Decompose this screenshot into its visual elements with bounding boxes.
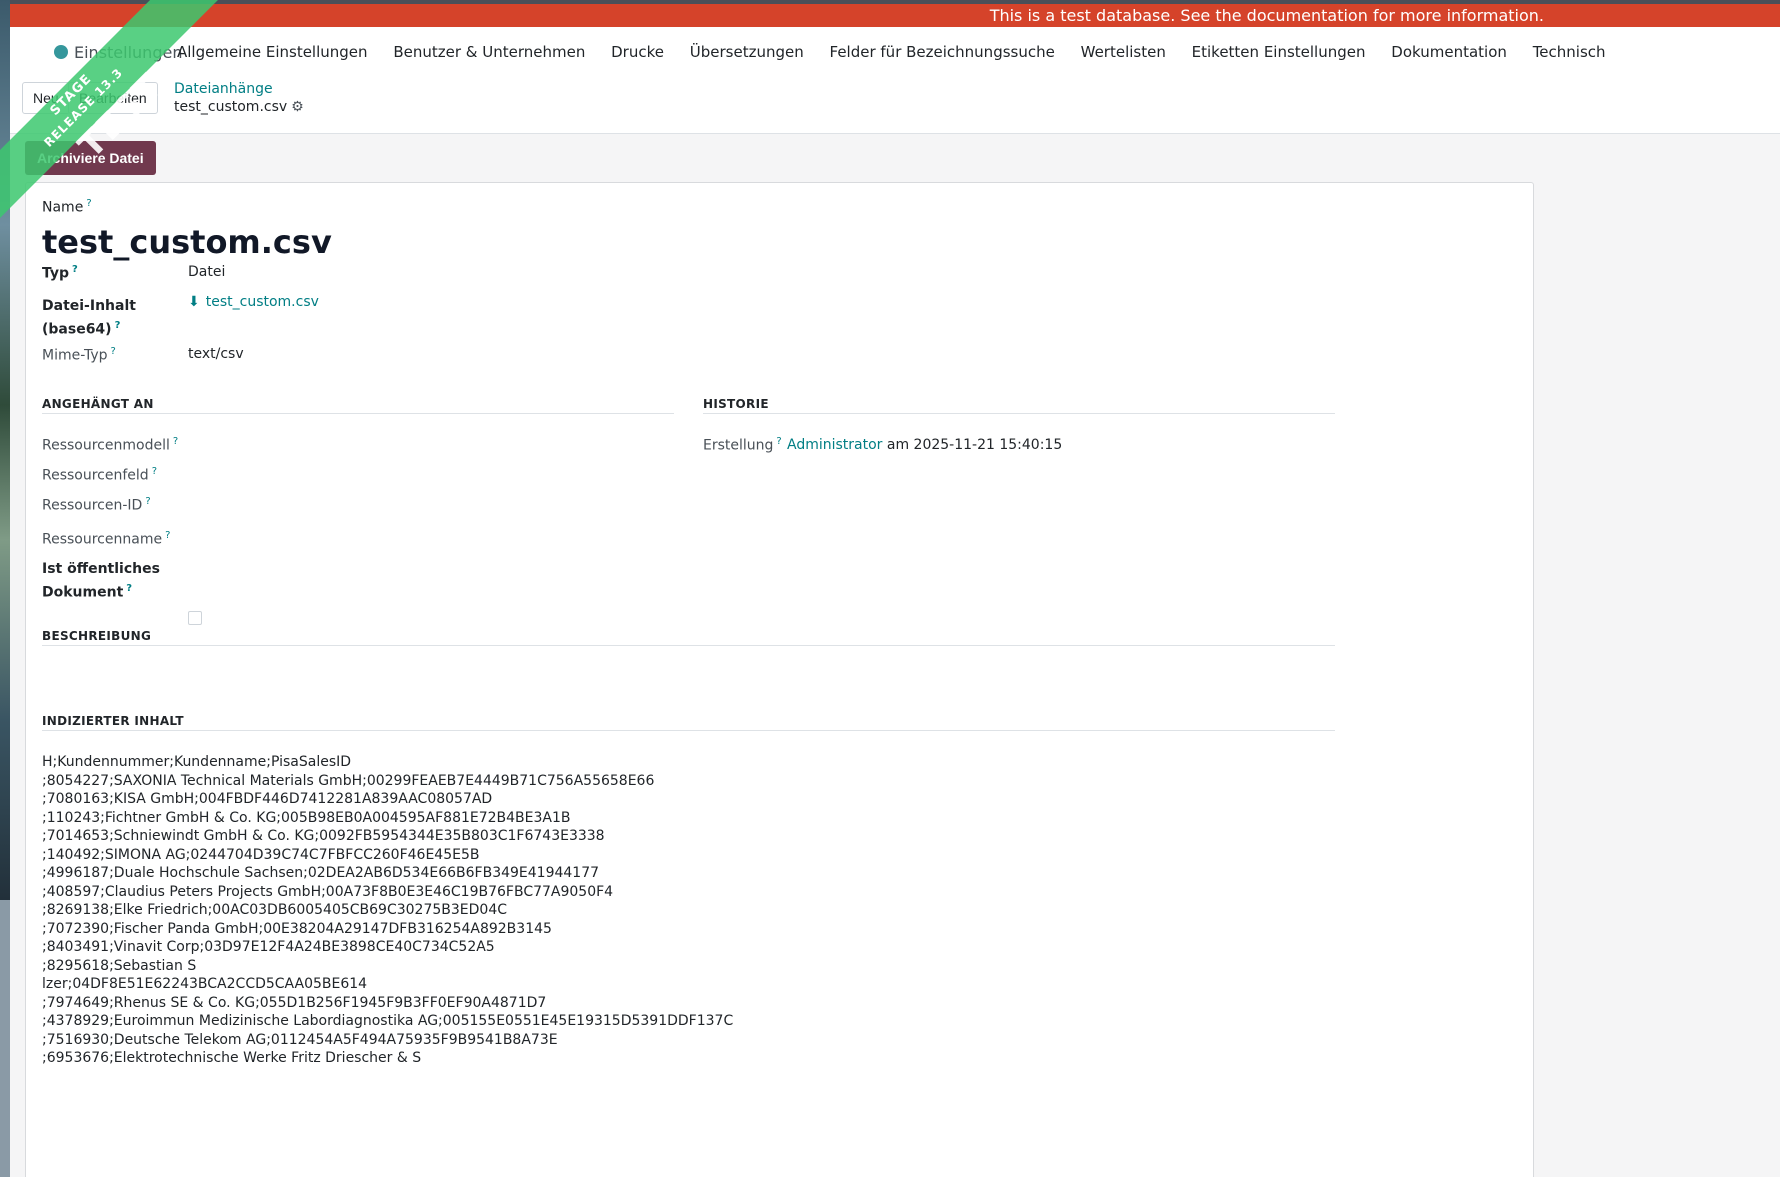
beschreibung-section-title: BESCHREIBUNG xyxy=(42,629,152,643)
ressourcenmodell-label: Ressourcenmodell? xyxy=(42,436,178,454)
mime-typ-label: Mime-Typ? xyxy=(42,346,116,364)
banner-message: This is a test database. See the documen… xyxy=(990,4,1544,27)
main-navbar: Einstellungen Allgemeine Einstellungen B… xyxy=(10,27,1780,75)
divider xyxy=(703,413,1335,414)
app-brand[interactable]: Einstellungen xyxy=(54,43,182,62)
oeffentlich-line1: Ist öffentliches xyxy=(42,561,160,577)
oeffentlich-line2: Dokument xyxy=(42,584,124,601)
new-button[interactable]: Neu xyxy=(22,82,70,114)
menu-item-benutzer-unternehmen[interactable]: Benutzer & Unternehmen xyxy=(393,43,585,61)
divider xyxy=(42,730,1335,731)
download-icon: ⬇ xyxy=(188,294,200,310)
help-icon[interactable]: ? xyxy=(173,436,178,447)
erstellung-value: Administrator am 2025-11-21 15:40:15 xyxy=(787,437,1062,453)
menu-item-drucke[interactable]: Drucke xyxy=(611,43,664,61)
erstellung-text: Erstellung xyxy=(703,437,774,454)
app-window: This is a test database. See the documen… xyxy=(10,0,1780,1177)
app-logo-icon xyxy=(54,45,68,59)
help-icon[interactable]: ? xyxy=(72,264,78,275)
banner-text: This is a test database. xyxy=(989,6,1176,25)
menu-item-dokumentation[interactable]: Dokumentation xyxy=(1391,43,1507,61)
ressourcen-id-text: Ressourcen-ID xyxy=(42,497,143,514)
typ-label: Typ? xyxy=(42,264,78,282)
creator-link[interactable]: Administrator xyxy=(787,437,882,453)
datei-download-link[interactable]: test_custom.csv xyxy=(206,294,319,310)
name-label: Name? xyxy=(42,198,92,216)
mime-label-text: Mime-Typ xyxy=(42,347,108,364)
help-icon[interactable]: ? xyxy=(115,320,121,331)
creation-date: am 2025-11-21 15:40:15 xyxy=(886,437,1063,453)
menu-item-felder-bezeichnungssuche[interactable]: Felder für Bezeichnungssuche xyxy=(830,43,1055,61)
form-sheet: Name? test_custom.csv Typ? Datei Datei-I… xyxy=(25,182,1534,1177)
erstellung-label: Erstellung? xyxy=(703,436,782,454)
divider xyxy=(42,645,1335,646)
help-icon[interactable]: ? xyxy=(126,583,132,594)
help-icon[interactable]: ? xyxy=(776,436,781,447)
app-name: Einstellungen xyxy=(74,43,183,62)
edit-button[interactable]: Bearbeiten xyxy=(68,82,158,114)
menu-item-uebersetzungen[interactable]: Übersetzungen xyxy=(690,43,804,61)
gear-icon[interactable]: ⚙ xyxy=(291,99,304,115)
menu-item-technisch[interactable]: Technisch xyxy=(1533,43,1606,61)
angehaengt-section-title: ANGEHÄNGT AN xyxy=(42,397,154,411)
menu-item-etiketten-einstellungen[interactable]: Etiketten Einstellungen xyxy=(1192,43,1366,61)
datei-inhalt-value[interactable]: ⬇ test_custom.csv xyxy=(188,294,319,310)
ressourcenmodell-text: Ressourcenmodell xyxy=(42,437,170,454)
test-database-banner: This is a test database. See the documen… xyxy=(10,4,1780,27)
ressourcenname-text: Ressourcenname xyxy=(42,531,163,548)
top-menu: Allgemeine Einstellungen Benutzer & Unte… xyxy=(177,43,1627,61)
help-icon[interactable]: ? xyxy=(145,496,150,507)
name-label-text: Name xyxy=(42,199,84,216)
control-panel: Neu Bearbeiten Dateianhänge test_custom.… xyxy=(10,75,1780,134)
divider xyxy=(42,413,674,414)
help-icon[interactable]: ? xyxy=(111,346,116,357)
ressourcen-id-label: Ressourcen-ID? xyxy=(42,496,151,514)
public-document-checkbox[interactable] xyxy=(188,611,202,625)
menu-item-wertelisten[interactable]: Wertelisten xyxy=(1081,43,1166,61)
help-icon[interactable]: ? xyxy=(86,198,91,209)
breadcrumb-current-label: test_custom.csv xyxy=(174,99,288,115)
indiziert-section-title: INDIZIERTER INHALT xyxy=(42,714,184,728)
typ-value[interactable]: Datei xyxy=(188,264,225,280)
breadcrumb-parent[interactable]: Dateianhänge xyxy=(174,81,273,97)
datei-inhalt-label: Datei-Inhalt (base64)? xyxy=(42,297,136,340)
datei-label-line1: Datei-Inhalt xyxy=(42,298,136,314)
mime-typ-value[interactable]: text/csv xyxy=(188,346,244,362)
indexed-content-text: H;Kundennummer;Kundenname;PisaSalesID ;8… xyxy=(42,754,734,1066)
form-content: Archiviere Datei Name? test_custom.csv T… xyxy=(10,134,1780,1177)
archive-file-button[interactable]: Archiviere Datei xyxy=(25,141,156,175)
ressourcenfeld-text: Ressourcenfeld xyxy=(42,467,149,484)
datei-label-line2: (base64) xyxy=(42,321,112,338)
background-wallpaper xyxy=(0,0,10,900)
ressourcenfeld-label: Ressourcenfeld? xyxy=(42,466,157,484)
help-icon[interactable]: ? xyxy=(165,530,170,541)
record-title[interactable]: test_custom.csv xyxy=(42,223,332,261)
help-icon[interactable]: ? xyxy=(152,466,157,477)
historie-section-title: HISTORIE xyxy=(703,397,769,411)
menu-item-allgemeine-einstellungen[interactable]: Allgemeine Einstellungen xyxy=(177,43,368,61)
typ-label-text: Typ xyxy=(42,265,70,282)
banner-doc-link[interactable]: See the documentation for more informati… xyxy=(1180,6,1544,25)
oeffentlich-label: Ist öffentliches Dokument? xyxy=(42,560,160,603)
breadcrumb-current: test_custom.csv ⚙ xyxy=(174,99,304,115)
ressourcenname-label: Ressourcenname? xyxy=(42,530,170,548)
